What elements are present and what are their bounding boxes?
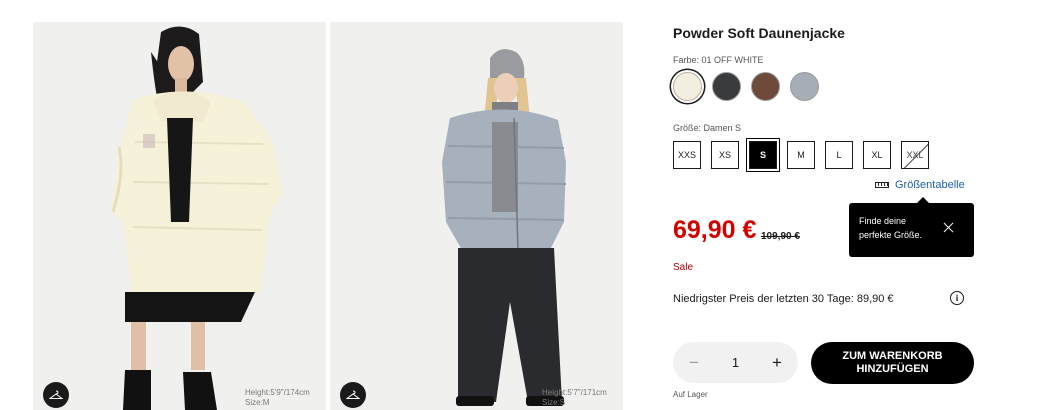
decrease-quantity-button[interactable]: − — [685, 353, 703, 372]
info-icon[interactable]: i — [950, 291, 964, 305]
model-height: Height:5'7"/171cm — [542, 388, 607, 397]
model-size: Size:M — [245, 398, 270, 407]
model-info-1: Height:5'9"/174cm Size:M — [245, 388, 310, 408]
stock-status: Auf Lager — [673, 390, 708, 399]
original-price: 109,90 € — [761, 231, 800, 242]
lowest-price-note: Niedrigster Preis der letzten 30 Tage: 8… — [673, 293, 894, 305]
sale-badge: Sale — [673, 262, 694, 273]
close-icon[interactable] — [943, 222, 954, 233]
product-title: Powder Soft Daunenjacke — [673, 25, 845, 41]
product-image-1[interactable]: Height:5'9"/174cm Size:M — [33, 22, 326, 410]
color-swatch-brown[interactable] — [751, 72, 780, 101]
color-swatch-off-white[interactable] — [673, 72, 702, 101]
model-info-2: Height:5'7"/171cm Size:S — [542, 388, 607, 408]
increase-quantity-button[interactable]: + — [768, 353, 786, 372]
model-height: Height:5'9"/174cm — [245, 388, 310, 397]
size-option-xxs[interactable]: XXS — [673, 141, 701, 169]
tooltip-line-2: perfekte Größe. — [859, 230, 923, 240]
size-option-xxl[interactable]: XXL — [901, 141, 929, 169]
tooltip-line-1: Finde deine — [859, 216, 907, 226]
hanger-icon — [346, 390, 360, 399]
size-guide-label: Größentabelle — [895, 179, 965, 191]
size-option-xl[interactable]: XL — [863, 141, 891, 169]
add-to-cart-line-2: HINZUFÜGEN — [856, 363, 929, 375]
quantity-value[interactable]: 1 — [732, 355, 739, 370]
size-option-m[interactable]: M — [787, 141, 815, 169]
color-swatch-light-gray[interactable] — [790, 72, 819, 101]
ruler-icon — [875, 182, 889, 188]
size-option-s[interactable]: S — [749, 141, 777, 169]
add-to-cart-line-1: ZUM WARENKORB — [842, 350, 943, 362]
color-swatches — [673, 72, 819, 101]
hanger-icon — [49, 390, 63, 399]
product-gallery: Height:5'9"/174cm Size:M Height:5'7"/171… — [33, 22, 623, 410]
model-photo-offwhite-jacket — [111, 26, 283, 410]
outfit-hanger-button-1[interactable] — [43, 382, 69, 408]
size-label: Größe: Damen S — [673, 123, 742, 133]
size-selector: XXS XS S M L XL XXL — [673, 141, 929, 169]
color-swatch-dark-gray[interactable] — [712, 72, 741, 101]
size-tooltip: Finde deine perfekte Größe. — [849, 197, 974, 257]
size-option-l[interactable]: L — [825, 141, 853, 169]
product-image-2[interactable]: Height:5'7"/171cm Size:S — [330, 22, 623, 410]
product-details-panel: Powder Soft Daunenjacke Farbe: 01 OFF WH… — [673, 0, 1003, 410]
add-to-cart-button[interactable]: ZUM WARENKORB HINZUFÜGEN — [811, 342, 974, 384]
color-label: Farbe: 01 OFF WHITE — [673, 55, 764, 65]
model-photo-gray-jacket — [442, 49, 567, 406]
size-option-xs[interactable]: XS — [711, 141, 739, 169]
current-price: 69,90 € — [673, 216, 757, 244]
quantity-stepper: − 1 + — [673, 342, 798, 383]
model-size: Size:S — [542, 398, 566, 407]
outfit-hanger-button-2[interactable] — [340, 382, 366, 408]
size-guide-link[interactable]: Größentabelle — [875, 179, 965, 191]
